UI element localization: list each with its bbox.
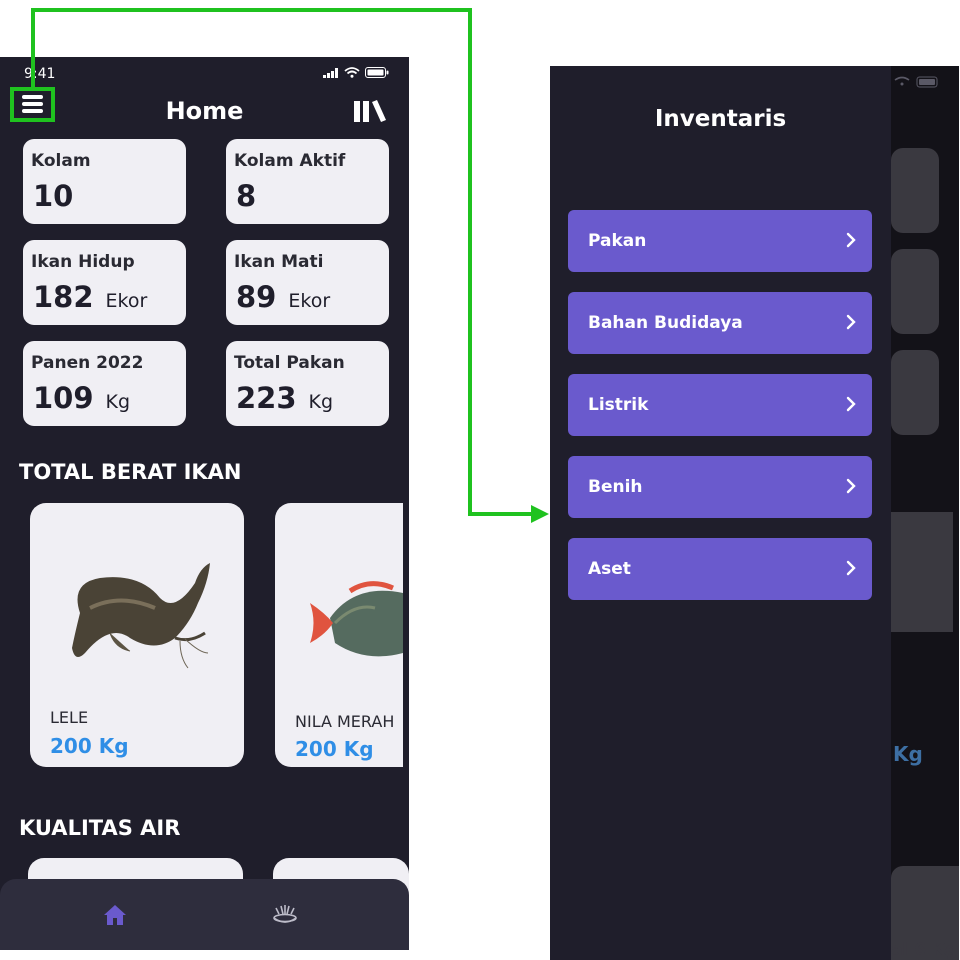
signal-icon: [323, 67, 338, 78]
stat-unit: Ekor: [288, 290, 331, 312]
tilapia-image: [310, 581, 403, 657]
bg-total-text: al 6 Kg: [891, 940, 958, 960]
stat-card-total-pakan[interactable]: Total Pakan 223 Kg: [226, 341, 389, 426]
stat-card-ikan-mati[interactable]: Ikan Mati 89 Ekor: [226, 240, 389, 325]
drawer-item-aset[interactable]: Aset: [568, 538, 872, 600]
status-time: 9:41: [24, 66, 56, 82]
stat-card-kolam-aktif[interactable]: Kolam Aktif 8: [226, 139, 389, 224]
chevron-right-icon: [846, 478, 856, 494]
stat-value: 223: [236, 381, 297, 415]
stat-value: 8: [236, 179, 257, 213]
bg-fish-card: [891, 512, 953, 632]
chevron-right-icon: [846, 396, 856, 412]
status-bar: 9:41: [0, 57, 409, 91]
drawer-item-label: Aset: [588, 559, 631, 579]
stat-label: Ikan Hidup: [31, 252, 135, 272]
library-icon[interactable]: [353, 99, 387, 123]
drawer-item-pakan[interactable]: Pakan: [568, 210, 872, 272]
stat-value: 109: [33, 381, 94, 415]
status-icons: [323, 67, 389, 78]
chevron-right-icon: [846, 232, 856, 248]
dimmed-home-background: Kg al 6 Kg: [891, 66, 959, 960]
stat-value: 89: [236, 280, 277, 314]
bottom-nav: [0, 879, 409, 950]
stat-card-kolam[interactable]: Kolam 10: [23, 139, 186, 224]
wifi-icon: [344, 67, 360, 78]
fish-card-nila-merah[interactable]: NILA MERAH 200 Kg: [275, 503, 403, 767]
stat-label: Total Pakan: [234, 353, 345, 373]
stat-label: Kolam: [31, 151, 91, 171]
fish-weight: 200 Kg: [295, 737, 374, 761]
stat-label: Panen 2022: [31, 353, 144, 373]
section-title-kualitas-air: KUALITAS AIR: [19, 816, 181, 840]
drawer-item-label: Benih: [588, 477, 643, 497]
section-title-berat-ikan: TOTAL BERAT IKAN: [19, 460, 242, 484]
stat-unit: Kg: [308, 391, 334, 413]
home-screen: 9:41 Home Kolam 10 Kolam Aktif 8 Ikan Hi…: [0, 57, 409, 950]
fish-card-lele[interactable]: LELE 200 Kg: [30, 503, 244, 767]
battery-icon: [365, 67, 389, 78]
stat-unit: Kg: [105, 391, 131, 413]
fish-weight: 200 Kg: [50, 734, 129, 758]
drawer-screen: Kg al 6 Kg Inventaris Pakan Bahan Budida…: [550, 66, 959, 960]
background-status-icons: [894, 76, 938, 88]
drawer-item-label: Pakan: [588, 231, 647, 251]
catfish-image: [72, 563, 210, 669]
pond-icon[interactable]: [272, 904, 298, 924]
stat-card-ikan-hidup[interactable]: Ikan Hidup 182 Ekor: [23, 240, 186, 325]
stat-label: Ikan Mati: [234, 252, 324, 272]
stat-unit: Ekor: [105, 290, 148, 312]
drawer-item-bahan-budidaya[interactable]: Bahan Budidaya: [568, 292, 872, 354]
bg-weight-text: Kg: [893, 742, 923, 766]
chevron-right-icon: [846, 560, 856, 576]
drawer-item-label: Bahan Budidaya: [588, 313, 743, 333]
stat-value: 182: [33, 280, 94, 314]
bg-stat-card: [891, 350, 939, 435]
home-icon[interactable]: [103, 904, 127, 926]
inventaris-drawer: Inventaris Pakan Bahan Budidaya Listrik …: [550, 66, 891, 960]
stat-card-panen[interactable]: Panen 2022 109 Kg: [23, 341, 186, 426]
stat-label: Kolam Aktif: [234, 151, 346, 171]
fish-name: LELE: [50, 708, 89, 727]
page-title: Home: [165, 97, 244, 125]
fish-name: NILA MERAH: [295, 712, 395, 731]
stat-value: 10: [33, 179, 74, 213]
drawer-item-benih[interactable]: Benih: [568, 456, 872, 518]
drawer-item-label: Listrik: [588, 395, 649, 415]
chevron-right-icon: [846, 314, 856, 330]
bg-stat-card: [891, 249, 939, 334]
drawer-item-listrik[interactable]: Listrik: [568, 374, 872, 436]
drawer-title: Inventaris: [654, 106, 787, 132]
bg-stat-card: [891, 148, 939, 233]
